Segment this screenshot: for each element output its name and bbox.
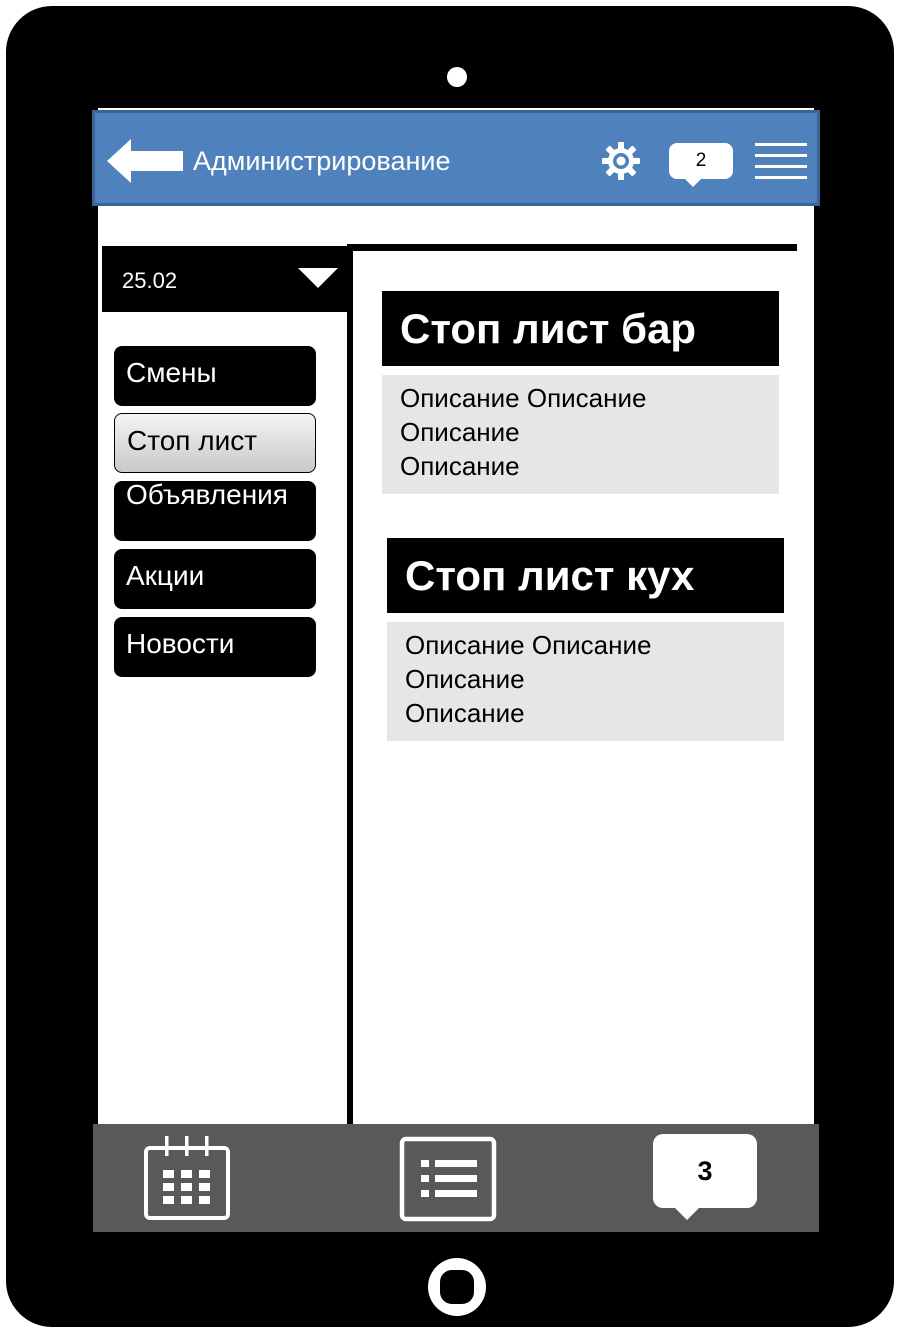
description-line: Описание Описание <box>405 630 652 660</box>
sidebar-divider <box>347 246 353 1126</box>
content-divider-top <box>347 244 797 251</box>
card-description: Описание Описание Описание Описание <box>382 375 779 494</box>
date-value: 25.02 <box>122 268 178 293</box>
card-title-text: Стоп лист бар <box>400 305 697 352</box>
sidebar-item-label: Объявления <box>126 481 288 510</box>
chevron-down-icon <box>298 268 338 288</box>
card-description: Описание Описание Описание Описание <box>387 622 784 741</box>
sidebar-item-stop-list[interactable]: Стоп лист <box>114 413 316 473</box>
card-title-bar[interactable]: Стоп лист бар <box>382 291 779 366</box>
sidebar-item-announcements[interactable]: Объявления <box>114 481 316 541</box>
description-line: Описание <box>400 417 520 447</box>
camera <box>447 67 467 87</box>
sidebar-item-label: Смены <box>126 357 217 388</box>
card-title-text: Стоп лист кух <box>405 552 695 599</box>
sidebar-item-label: Стоп лист <box>127 425 258 456</box>
description-line: Описание <box>400 451 520 481</box>
app-header: Администрирование 2 <box>92 110 820 206</box>
bottom-nav-bar: 3 <box>93 1124 819 1232</box>
arrow-left-icon[interactable] <box>107 139 183 183</box>
messages-count: 3 <box>697 1156 713 1186</box>
gear-icon[interactable] <box>601 141 641 181</box>
sidebar-item-promotions[interactable]: Акции <box>114 549 316 609</box>
sidebar-item-news[interactable]: Новости <box>114 617 316 677</box>
description-line: Описание <box>405 664 525 694</box>
notifications-badge[interactable]: 2 <box>669 143 733 187</box>
home-button[interactable] <box>428 1258 486 1316</box>
sidebar-item-label: Новости <box>126 628 235 659</box>
calendar-icon[interactable] <box>143 1132 231 1222</box>
sidebar-item-label: Акции <box>126 560 205 591</box>
description-line: Описание Описание <box>400 383 647 413</box>
chat-bubble-icon[interactable]: 3 <box>653 1134 757 1220</box>
sidebar-item-shifts[interactable]: Смены <box>114 346 316 406</box>
card-title-kitchen[interactable]: Стоп лист кух <box>387 538 784 613</box>
list-icon[interactable] <box>399 1136 497 1222</box>
page-title: Администрирование <box>193 146 451 176</box>
date-dropdown[interactable]: 25.02 <box>102 246 352 312</box>
hamburger-menu-icon[interactable] <box>755 141 807 181</box>
description-line: Описание <box>405 698 525 728</box>
